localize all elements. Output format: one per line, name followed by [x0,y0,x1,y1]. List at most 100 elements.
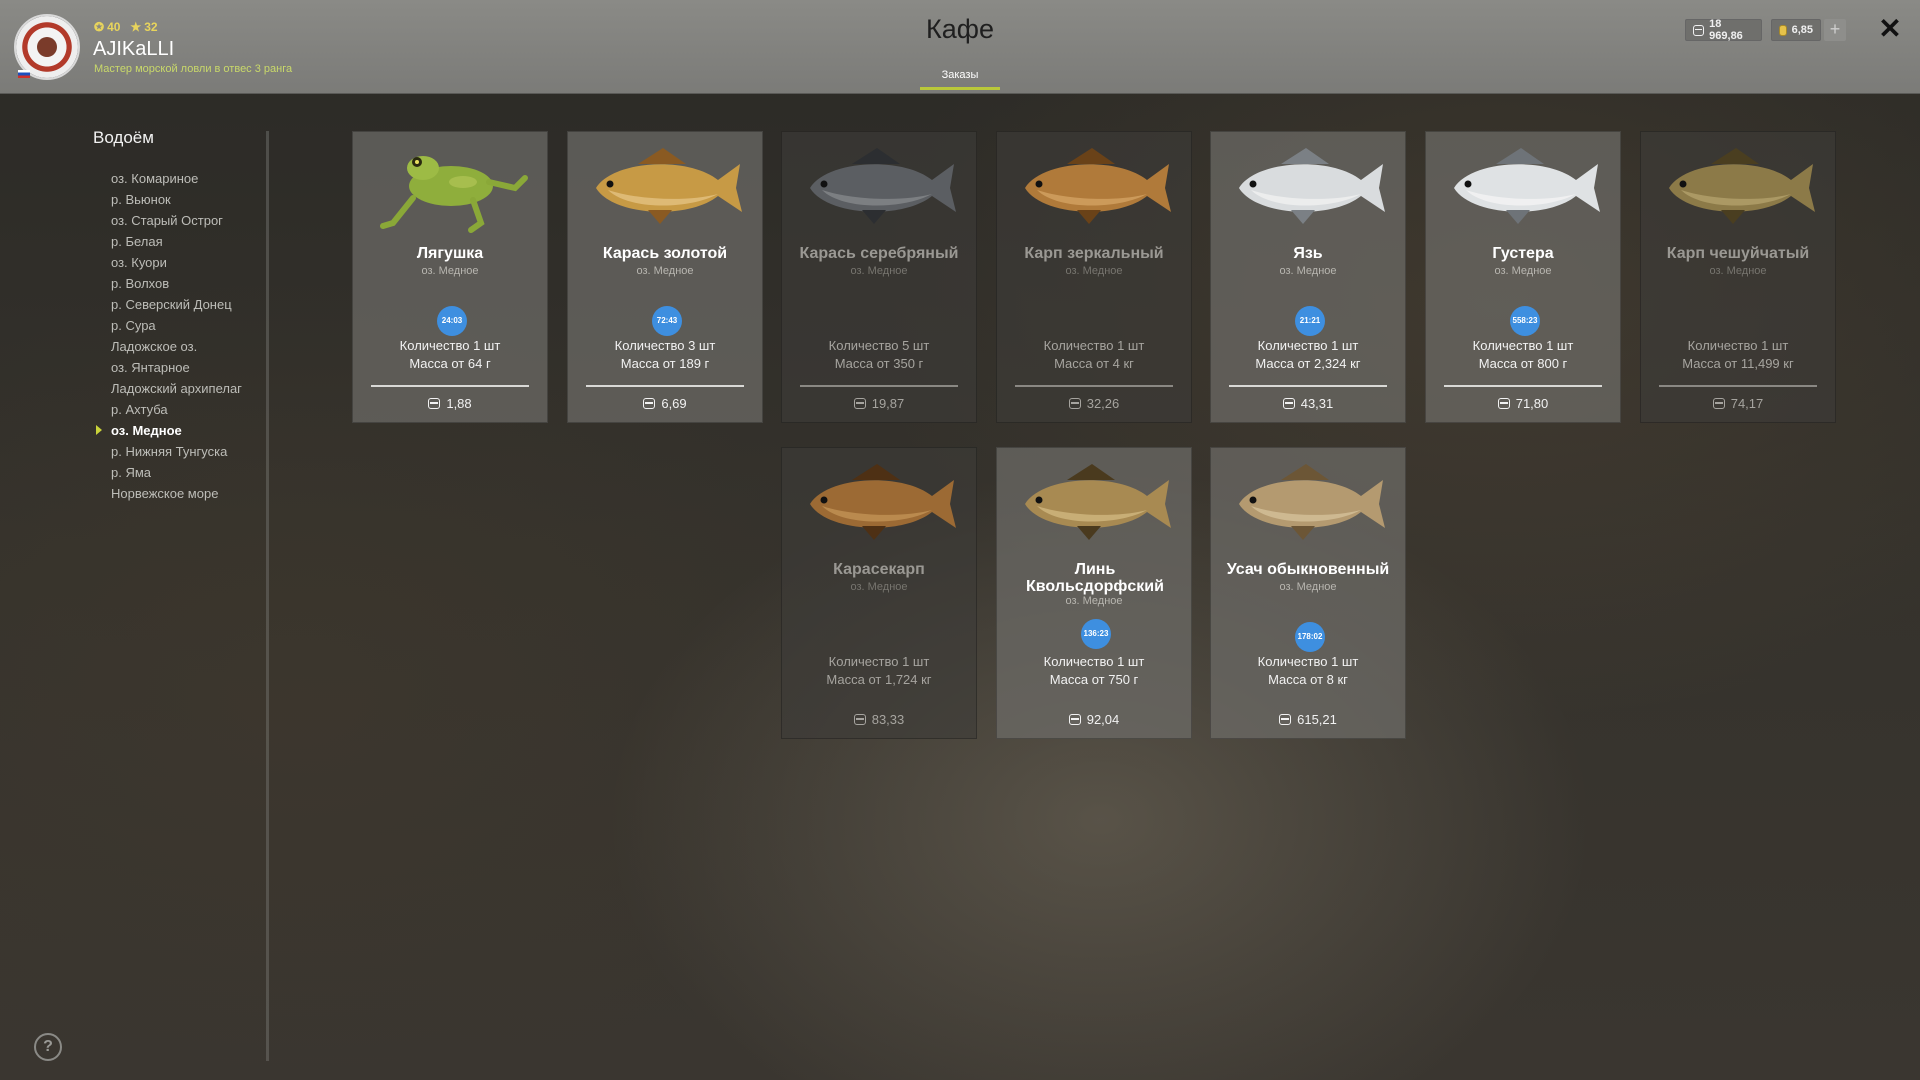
order-price: 43,31 [1211,396,1405,411]
order-card[interactable]: Карп чешуйчатый оз. Медное Количество 1 шт… [1640,131,1836,423]
waterbody-item[interactable]: Ладожский архипелаг [111,380,242,401]
order-quantity: Количество 1 шт [1257,338,1359,353]
order-card[interactable]: Карасекарп оз. Медное Количество 1 шт Масса… [781,447,977,739]
waterbody-item[interactable]: р. Нижняя Тунгуска [111,443,242,464]
order-quantity: Количество 1 шт [1043,338,1145,353]
card-divider [371,385,529,387]
order-price: 92,04 [997,712,1191,727]
silver-coin-icon [1497,398,1510,409]
silver-balance: 18 969,86 [1685,18,1762,42]
order-mass: Масса от 1,724 кг [826,672,932,687]
order-quantity: Количество 3 шт [614,338,716,353]
silver-coin-icon [1693,24,1705,36]
waterbody-item[interactable]: оз. Янтарное [111,359,242,380]
timer-badge: 72:43 [652,306,682,336]
order-mass: Масса от 800 г [1478,356,1568,371]
tench-image [997,454,1193,554]
waterbody-item[interactable]: р. Ахтуба [111,401,242,422]
waterbody-item[interactable]: оз. Куори [111,254,242,275]
card-divider [800,385,958,387]
silver-crucian-image [782,138,978,238]
fish-name: Лягушка [416,245,484,262]
hybrid-carp-image [782,454,978,554]
timer-badge: 558:23 [1510,306,1540,336]
timer-badge: 21:21 [1295,306,1325,336]
silver-coin-icon [853,714,866,725]
add-currency-button[interactable]: + [1824,19,1846,41]
silver-coin-icon [853,398,866,409]
bream-image [1426,138,1622,238]
waterbody-item[interactable]: р. Яма [111,464,242,485]
silver-coin-icon [1068,714,1081,725]
fish-lake: оз. Медное [1494,265,1552,277]
waterbody-item[interactable]: оз. Медное [96,422,242,443]
order-mass: Масса от 8 кг [1268,672,1348,687]
order-card[interactable]: Карась золотой оз. Медное 72:43 Количество … [567,131,763,423]
card-divider [1015,385,1173,387]
fish-name: Карп зеркальный [1024,245,1164,262]
help-button[interactable]: ? [34,1033,62,1061]
order-mass: Масса от 189 г [620,356,710,371]
gold-amount: 6,85 [1791,24,1813,36]
waterbody-item[interactable]: оз. Старый Острог [111,212,242,233]
order-price: 6,69 [568,396,762,411]
fish-lake: оз. Медное [1065,595,1123,607]
order-card[interactable]: Язь оз. Медное 21:21 Количество 1 шт Масса о… [1210,131,1406,423]
order-mass: Масса от 750 г [1049,672,1139,687]
price-value: 615,21 [1297,712,1337,727]
gold-balance: 6,85 [1771,19,1821,41]
fish-lake: оз. Медное [850,265,908,277]
price-value: 1,88 [446,396,472,411]
sidebar-divider [266,131,269,1061]
waterbody-item[interactable]: Ладожское оз. [111,338,242,359]
fish-name: Густера [1492,245,1554,262]
waterbody-item[interactable]: р. Сура [111,317,242,338]
price-value: 19,87 [871,396,905,411]
silver-coin-icon [643,398,656,409]
order-price: 83,33 [782,712,976,727]
fish-lake: оз. Медное [636,265,694,277]
waterbody-list: оз. Комариное р. Вьюнок оз. Старый Острог р… [96,170,242,506]
order-card[interactable]: Густера оз. Медное 558:23 Количество 1 шт Ма… [1425,131,1621,423]
close-button[interactable]: ✕ [1875,14,1905,44]
order-card[interactable]: Линь Квольсдорфский оз. Медное 136:23 Колич… [996,447,1192,739]
waterbody-item[interactable]: р. Белая [111,233,242,254]
fish-lake: оз. Медное [1279,265,1337,277]
waterbody-item[interactable]: р. Северский Донец [111,296,242,317]
order-mass: Масса от 4 кг [1054,356,1134,371]
silver-coin-icon [1282,398,1295,409]
order-price: 1,88 [353,396,547,411]
price-value: 83,33 [871,712,905,727]
russia-flag-icon [18,70,30,78]
order-price: 74,17 [1641,396,1835,411]
gold-crucian-image [568,138,764,238]
gold-coin-icon [1779,24,1787,36]
order-card[interactable]: Лягушка оз. Медное 24:03 Количество 1 шт Мас… [352,131,548,423]
fish-name: Карась золотой [602,245,728,262]
order-card[interactable]: Усач обыкновенный оз. Медное 178:02 Количес… [1210,447,1406,739]
fish-name: Карась серебряный [799,245,959,262]
order-card[interactable]: Карась серебряный оз. Медное Количество 5 … [781,131,977,423]
order-card[interactable]: Карп зеркальный оз. Медное Количество 1 шт… [996,131,1192,423]
waterbody-item[interactable]: р. Вьюнок [111,191,242,212]
fish-name: Линь Квольсдорфский [1026,561,1164,595]
tab-orders[interactable]: Заказы [920,69,1000,90]
page-title: Кафе [926,14,994,44]
order-mass: Масса от 350 г [834,356,924,371]
fish-lake: оз. Медное [850,581,908,593]
waterbody-item[interactable]: р. Волхов [111,275,242,296]
order-quantity: Количество 1 шт [1257,654,1359,669]
fish-lake: оз. Медное [1709,265,1767,277]
silver-amount: 18 969,86 [1709,18,1743,42]
fish-name: Карп чешуйчатый [1666,245,1810,262]
fish-name: Карасекарп [833,561,925,578]
barbel-image [1211,454,1407,554]
order-mass: Масса от 2,324 кг [1255,356,1361,371]
waterbody-item[interactable]: оз. Комариное [111,170,242,191]
waterbody-heading: Водоём [93,128,154,147]
waterbody-item[interactable]: Норвежское море [111,485,242,506]
silver-coin-icon [1712,398,1725,409]
ide-image [1211,138,1407,238]
order-mass: Масса от 64 г [409,356,491,371]
player-title: Мастер морской ловли в отвес 3 ранга [94,63,293,75]
